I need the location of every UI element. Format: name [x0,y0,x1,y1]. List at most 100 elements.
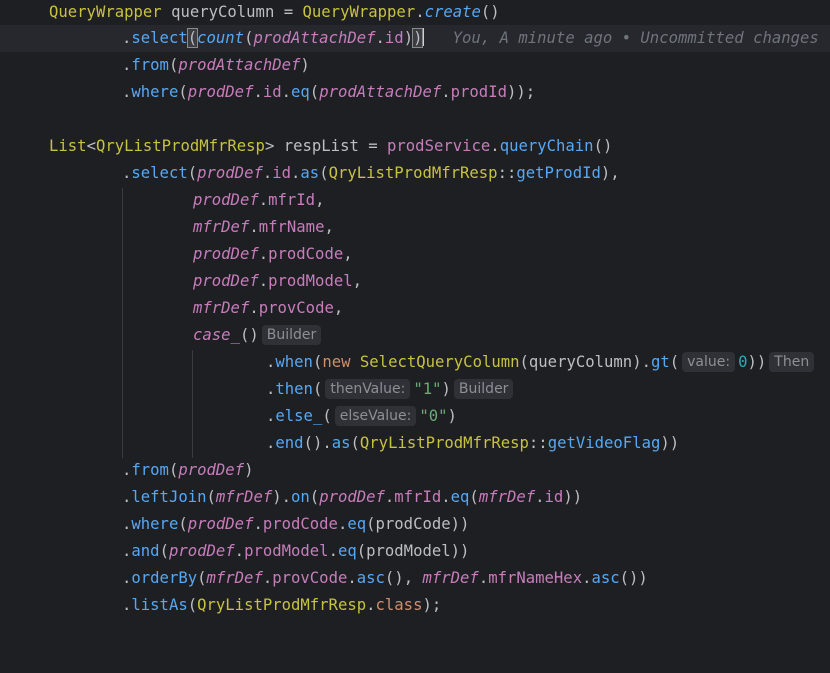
token-field: prodId [450,83,507,101]
token-dot: . [249,299,259,317]
token-field: provCode [258,299,334,317]
code-line-23[interactable]: .listAs(QryListProdMfrResp.class); [0,592,830,619]
code-line-2-current[interactable]: .select(count(prodAttachDef.id)) You, A … [0,25,830,52]
token-method: as [300,164,320,182]
code-line-15[interactable]: .then(thenValue: "1") Builder [0,376,830,403]
token-method: eq [347,515,367,533]
token-dot: . [415,3,425,21]
token-dot: . [384,488,395,506]
token-static-field: mfrDef [215,488,273,506]
token-dot: . [266,353,276,371]
token-type: SelectQueryColumn [359,353,520,371]
token-static-method: create [424,3,481,21]
token-method: eq [291,83,310,101]
token-method: then [275,380,313,398]
code-line-12[interactable]: mfrDef.provCode, [0,295,830,322]
token-dot: . [122,542,132,560]
code-line-21[interactable]: .and(prodDef.prodModel.eq(prodModel)) [0,538,830,565]
token-dot: . [253,515,263,533]
token-field: mfrNameHex [488,569,583,587]
token-dot: . [122,29,132,47]
code-line-9[interactable]: mfrDef.mfrName, [0,214,830,241]
token-dot: . [122,569,132,587]
matched-paren: ( [186,28,199,48]
token-static-field: prodDef [197,164,263,182]
token-method: select [131,29,188,47]
token-static-method: count [197,29,245,47]
token-static-field: prodDef [187,83,254,101]
token-static-field: prodAttachDef [178,56,301,74]
code-line-14[interactable]: .when(new SelectQueryColumn(queryColumn)… [0,349,830,376]
token-dot: . [281,83,292,101]
code-line-18[interactable]: .from(prodDef) [0,457,830,484]
token-static-field: mfrDef [422,569,479,587]
token-field: prodCode [262,515,338,533]
token-static-field: prodDef [193,245,259,263]
code-line-11[interactable]: prodDef.prodModel, [0,268,830,295]
token-static-field: prodDef [178,461,245,479]
token-keyword: new [322,353,351,371]
token-method: getProdId [516,164,601,182]
token-method: select [131,164,188,182]
inlay-hint-builder: Builder [453,379,514,399]
token-static-field: prodDef [319,488,385,506]
token-dot: . [122,488,132,506]
token-static-field: prodAttachDef [319,83,442,101]
token-field: prodModel [244,542,329,560]
code-line-17[interactable]: .end().as(QryListProdMfrResp::getVideoFl… [0,430,830,457]
token-dot: . [291,164,301,182]
code-line-8[interactable]: prodDef.mfrId, [0,187,830,214]
token-parens: () [593,137,613,155]
token-variable: respList [283,137,359,155]
token-method: eq [337,542,357,560]
token-field: prodCode [268,245,344,263]
code-line-16[interactable]: .else_(elseValue: "0") [0,403,830,430]
token-method: else_ [275,407,323,425]
token-field: mfrId [268,191,316,209]
token-dot: . [328,542,338,560]
token-static-field: prodDef [187,515,254,533]
code-line-19[interactable]: .leftJoin(mfrDef).on(prodDef.mfrId.eq(mf… [0,484,830,511]
token-type: QryListProdMfrResp [328,164,498,182]
token-type: List [49,137,87,155]
token-dot: . [258,191,269,209]
token-field: prodService [387,137,491,155]
token-method: from [131,56,169,74]
code-line-22[interactable]: .orderBy(mfrDef.provCode.asc(), mfrDef.m… [0,565,830,592]
code-editor[interactable]: QueryWrapper queryColumn = QueryWrapper.… [0,0,830,625]
token-field: id [384,29,404,47]
code-line-6[interactable]: List<QryListProdMfrResp> respList = prod… [0,133,830,160]
token-static-method: case_ [193,326,240,344]
token-field: mfrName [258,218,325,236]
token-field: id [272,164,292,182]
token-dot: . [262,569,273,587]
token-method: asc [356,569,385,587]
token-dot: . [253,83,263,101]
code-line-3[interactable]: .from(prodAttachDef) [0,52,830,79]
code-line-1[interactable]: QueryWrapper queryColumn = QueryWrapper.… [0,0,830,26]
token-dot: . [322,434,332,452]
token-static-field: prodDef [168,542,235,560]
token-dot: . [337,515,348,533]
token-method: end [275,434,304,452]
code-line-4[interactable]: .where(prodDef.id.eq(prodAttachDef.prodI… [0,79,830,106]
token-type: QueryWrapper [49,3,162,21]
token-dot: . [258,272,269,290]
token-type: QryListProdMfrResp [197,596,367,614]
token-dot: . [478,569,489,587]
inlay-hint-param: thenValue: [325,379,411,399]
code-line-13[interactable]: case_() Builder [0,322,830,349]
inlay-hint-param: value: [682,352,736,372]
token-static-field: mfrDef [193,299,250,317]
token-dot: . [266,434,276,452]
code-line-20[interactable]: .where(prodDef.prodCode.eq(prodCode)) [0,511,830,538]
token-number: 0 [738,353,748,371]
token-dot: . [266,407,276,425]
token-method: listAs [131,596,188,614]
code-line-10[interactable]: prodDef.prodCode, [0,241,830,268]
git-blame-annotation[interactable]: You, A minute ago • Uncommitted changes [453,29,819,47]
code-line-7[interactable]: .select(prodDef.id.as(QryListProdMfrResp… [0,160,830,187]
matched-paren: ) [412,28,424,48]
token-type: QryListProdMfrResp [359,434,529,452]
token-keyword: class [375,596,423,614]
